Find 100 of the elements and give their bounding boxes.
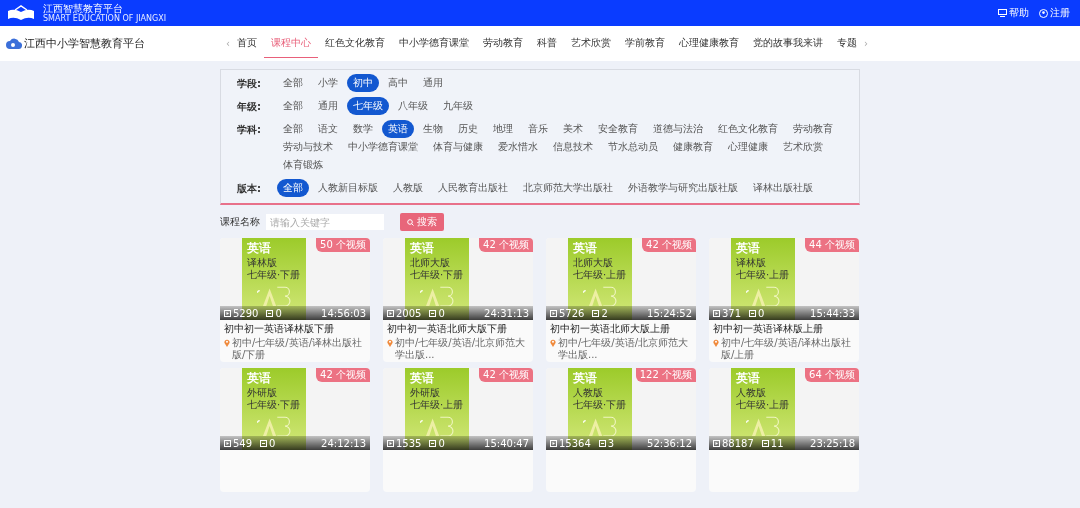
cover-edition: 北师大版 xyxy=(573,257,613,269)
video-count-badge: 42 个视频 xyxy=(479,368,533,382)
course-tags: 初中/七年级/英语/北京师范大学出版... xyxy=(395,337,529,360)
comment-count: 0 xyxy=(429,437,445,449)
cover-edition: 人教版 xyxy=(736,387,766,399)
filter-option[interactable]: 地理 xyxy=(487,120,519,138)
filter-option[interactable]: 体育锻炼 xyxy=(277,156,329,174)
nav-tab[interactable]: 劳动教育 xyxy=(476,29,530,58)
filter-option[interactable]: 劳动教育 xyxy=(787,120,839,138)
duration: 24:12:13 xyxy=(321,437,366,449)
filter-option[interactable]: 音乐 xyxy=(522,120,554,138)
filter-option[interactable]: 外语教学与研究出版社版 xyxy=(622,179,744,197)
filter-option[interactable]: 七年级 xyxy=(347,97,389,115)
course-title: 初中初一英语译林版下册 xyxy=(223,322,335,336)
filter-option[interactable]: 道德与法治 xyxy=(647,120,709,138)
view-count: 1535 xyxy=(387,437,422,449)
filter-option[interactable]: 劳动与技术 xyxy=(277,138,339,156)
video-count-badge: 50 个视频 xyxy=(316,238,370,252)
filter-option[interactable]: 安全教育 xyxy=(592,120,644,138)
comment-icon xyxy=(260,439,268,447)
filter-option[interactable]: 初中 xyxy=(347,74,379,92)
duration: 23:25:18 xyxy=(810,437,855,449)
filter-option[interactable]: 数学 xyxy=(347,120,379,138)
filter-label: 学科: xyxy=(237,123,262,137)
comment-icon xyxy=(429,439,437,447)
video-count-badge: 64 个视频 xyxy=(805,368,859,382)
video-count-badge: 44 个视频 xyxy=(805,238,859,252)
nav-tab[interactable]: 专题 xyxy=(830,29,864,58)
filter-option[interactable]: 红色文化教育 xyxy=(712,120,784,138)
cloud-logo-icon xyxy=(6,37,22,50)
filter-option[interactable]: 译林出版社版 xyxy=(747,179,819,197)
filter-option[interactable]: 健康教育 xyxy=(667,138,719,156)
filter-option[interactable]: 高中 xyxy=(382,74,414,92)
course-card[interactable]: 英语 42 个视频 外研版 七年级·上册 1535 0 15:40:47 xyxy=(383,368,533,492)
filter-option[interactable]: 体育与健康 xyxy=(427,138,489,156)
course-card[interactable]: 英语 42 个视频 外研版 七年级·下册 549 0 24:12:13 xyxy=(220,368,370,492)
filter-option[interactable]: 全部 xyxy=(277,74,309,92)
filter-option[interactable]: 生物 xyxy=(417,120,449,138)
course-tags: 初中/七年级/英语/译林出版社版/下册 xyxy=(232,337,366,360)
search-label: 课程名称 xyxy=(220,215,260,229)
course-card[interactable]: 英语 64 个视频 人教版 七年级·上册 88187 11 23:25:18 xyxy=(709,368,859,492)
nav-tab[interactable]: 学前教育 xyxy=(618,29,672,58)
filter-option[interactable]: 人教新目标版 xyxy=(312,179,384,197)
filter-option[interactable]: 爱水惜水 xyxy=(492,138,544,156)
comment-count: 3 xyxy=(598,437,615,449)
nav-tab[interactable]: 课程中心 xyxy=(264,29,318,58)
top-link[interactable]: 注册 xyxy=(1039,6,1070,20)
filter-option[interactable]: 心理健康 xyxy=(722,138,774,156)
filter-option[interactable]: 通用 xyxy=(312,97,344,115)
location-pin-icon xyxy=(713,339,719,347)
duration: 15:24:52 xyxy=(647,307,692,319)
filter-option[interactable]: 通用 xyxy=(417,74,449,92)
cover-grade: 七年级·上册 xyxy=(736,269,790,281)
filter-option[interactable]: 人民教育出版社 xyxy=(432,179,514,197)
course-card[interactable]: 英语 44 个视频 译林版 七年级·上册 371 0 15:44:33 初中初一英语译林版上册 初中/七年级/英语/译林出版社版/上册 xyxy=(709,238,859,362)
course-card[interactable]: 英语 42 个视频 北师大版 七年级·上册 5726 2 15:24:52 初中初一英语北师大版上册 初中/七年级/英语/北京师范大学出版... xyxy=(546,238,696,362)
filter-option[interactable]: 北京师范大学出版社 xyxy=(517,179,619,197)
filter-option[interactable]: 艺术欣赏 xyxy=(777,138,829,156)
comment-icon xyxy=(749,309,757,317)
monitor-icon xyxy=(998,9,1007,17)
nav-tab[interactable]: 艺术欣赏 xyxy=(564,29,618,58)
nav-tab[interactable]: 心理健康教育 xyxy=(672,29,746,58)
search-icon xyxy=(407,218,414,226)
cover-edition: 译林版 xyxy=(247,257,277,269)
course-tags: 初中/七年级/英语/北京师范大学出版... xyxy=(558,337,692,360)
filter-option[interactable]: 节水总动员 xyxy=(602,138,664,156)
filter-option[interactable]: 小学 xyxy=(312,74,344,92)
filter-option[interactable]: 中小学德育课堂 xyxy=(342,138,424,156)
filter-option[interactable]: 历史 xyxy=(452,120,484,138)
nav-tab[interactable]: 科普 xyxy=(530,29,564,58)
filter-option[interactable]: 美术 xyxy=(557,120,589,138)
filter-option[interactable]: 全部 xyxy=(277,120,309,138)
cover-subject: 英语 xyxy=(736,240,760,257)
filter-option[interactable]: 全部 xyxy=(277,97,309,115)
filter-option[interactable]: 英语 xyxy=(382,120,414,138)
play-icon xyxy=(550,439,557,447)
filter-option[interactable]: 信息技术 xyxy=(547,138,599,156)
filter-label: 学段: xyxy=(237,77,262,91)
nav-tab[interactable]: 首页 xyxy=(230,29,264,58)
cover-grade: 七年级·下册 xyxy=(247,399,301,411)
video-count-badge: 42 个视频 xyxy=(642,238,696,252)
nav-tab[interactable]: 红色文化教育 xyxy=(318,29,392,58)
cover-edition: 人教版 xyxy=(573,387,603,399)
duration: 15:44:33 xyxy=(810,307,855,319)
filter-option[interactable]: 全部 xyxy=(277,179,309,197)
filter-option[interactable]: 人教版 xyxy=(387,179,429,197)
filter-option[interactable]: 语文 xyxy=(312,120,344,138)
filter-option[interactable]: 九年级 xyxy=(437,97,479,115)
course-card[interactable]: 英语 122 个视频 人教版 七年级·下册 15364 3 52:36:12 xyxy=(546,368,696,492)
top-link[interactable]: 帮助 xyxy=(998,6,1029,20)
filter-option[interactable]: 八年级 xyxy=(392,97,434,115)
search-field[interactable]: 请输入关键字 xyxy=(266,214,384,230)
course-card[interactable]: 英语 50 个视频 译林版 七年级·下册 5290 0 14:56:03 初中初一英语译林版下册 初中/七年级/英语/译林出版社版/下册 xyxy=(220,238,370,362)
site-title: 江西中小学智慧教育平台 xyxy=(24,36,145,51)
view-count: 5726 xyxy=(550,307,585,319)
video-count-badge: 122 个视频 xyxy=(635,368,696,382)
cover-grade: 七年级·下册 xyxy=(573,399,627,411)
nav-tab[interactable]: 中小学德育课堂 xyxy=(392,29,476,58)
nav-tab[interactable]: 党的故事我来讲 xyxy=(746,29,830,58)
course-card[interactable]: 英语 42 个视频 北师大版 七年级·下册 2005 0 24:31:13 初中初一英语北师大版下册 初中/七年级/英语/北京师范大学出版... xyxy=(383,238,533,362)
